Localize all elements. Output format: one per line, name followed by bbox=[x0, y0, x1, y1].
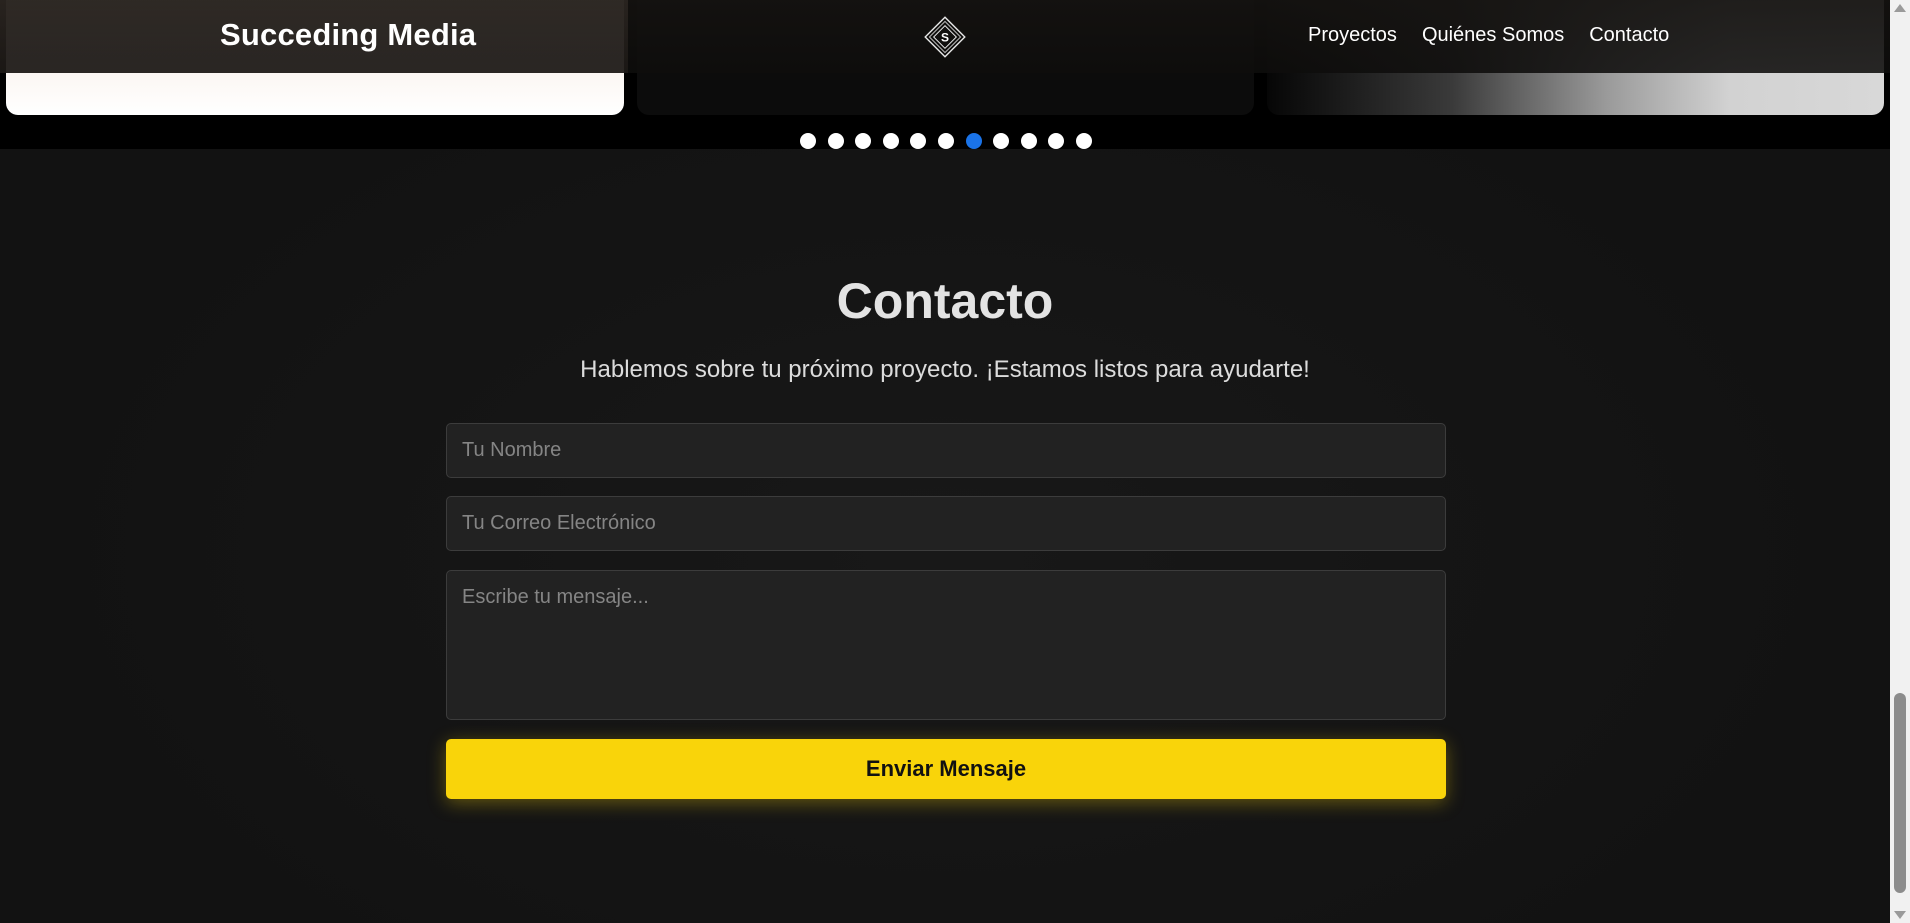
nav-link-contacto[interactable]: Contacto bbox=[1589, 24, 1669, 47]
send-message-button[interactable]: Enviar Mensaje bbox=[446, 739, 1446, 799]
carousel-dot[interactable] bbox=[1020, 133, 1037, 149]
carousel-dot[interactable] bbox=[993, 133, 1010, 149]
page-scrollbar[interactable] bbox=[1890, 0, 1910, 923]
carousel-dot[interactable] bbox=[882, 133, 899, 149]
brand-name[interactable]: Succeding Media bbox=[220, 17, 476, 53]
scrollbar-thumb[interactable] bbox=[1894, 693, 1906, 893]
carousel-dot[interactable] bbox=[910, 133, 927, 149]
main-nav: Proyectos Quiénes Somos Contacto bbox=[1308, 24, 1669, 47]
page: Succeding Media S Proyectos Quiénes Somo… bbox=[0, 0, 1890, 923]
scroll-up-arrow-icon[interactable] bbox=[1894, 4, 1906, 12]
nav-link-proyectos[interactable]: Proyectos bbox=[1308, 24, 1397, 47]
logo-icon[interactable]: S bbox=[920, 12, 970, 62]
carousel-pagination bbox=[800, 133, 1092, 149]
site-header: Succeding Media S Proyectos Quiénes Somo… bbox=[0, 0, 1890, 73]
scroll-down-arrow-icon[interactable] bbox=[1894, 911, 1906, 919]
carousel-dot[interactable] bbox=[965, 133, 982, 149]
carousel-dot[interactable] bbox=[800, 133, 816, 149]
carousel-dot[interactable] bbox=[1075, 133, 1092, 149]
contact-title: Contacto bbox=[836, 273, 1054, 329]
carousel-dot[interactable] bbox=[855, 133, 872, 149]
carousel-dot[interactable] bbox=[1048, 133, 1065, 149]
carousel-dot[interactable] bbox=[827, 133, 844, 149]
nav-link-quienes-somos[interactable]: Quiénes Somos bbox=[1422, 24, 1564, 47]
contact-subtitle: Hablemos sobre tu próximo proyecto. ¡Est… bbox=[580, 356, 1310, 383]
name-input[interactable] bbox=[446, 423, 1446, 478]
logo-letter: S bbox=[941, 31, 949, 45]
message-textarea[interactable] bbox=[446, 570, 1446, 720]
carousel-dot[interactable] bbox=[937, 133, 954, 149]
email-input[interactable] bbox=[446, 496, 1446, 551]
